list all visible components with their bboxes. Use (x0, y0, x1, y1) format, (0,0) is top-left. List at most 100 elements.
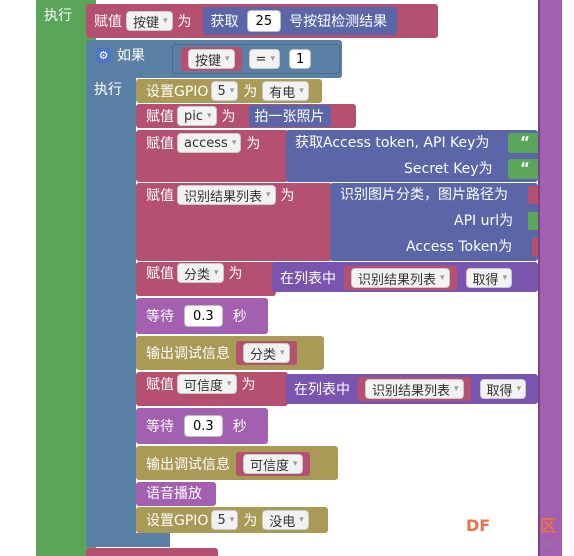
in-list-label: 在列表中 (280, 271, 336, 287)
gpio-on-row: 设置GPIO 5 ▾ 为 有电 ▾ (146, 81, 312, 101)
watermark-zone: 区 (540, 516, 557, 535)
take-photo-block[interactable]: 拍一张照片 (248, 105, 331, 127)
gpio-state-dropdown[interactable]: 有电 ▾ (262, 81, 309, 101)
list-var-block[interactable]: 识别结果列表 ▾ (358, 377, 471, 401)
token-input-slot[interactable] (532, 238, 538, 256)
next-assign-block-partial[interactable] (86, 548, 218, 556)
quote-icon: “ (520, 133, 530, 151)
operator-dropdown[interactable]: = ▾ (248, 49, 280, 69)
var-dropdown-access[interactable]: access ▾ (177, 133, 242, 153)
chevron-down-icon: ▾ (225, 54, 230, 64)
chevron-down-icon: ▾ (266, 190, 271, 200)
var-name: 分类 (250, 347, 277, 363)
var-name: 可信度 (250, 458, 290, 474)
state: 没电 (269, 514, 296, 530)
right-edge-block (538, 0, 562, 556)
gpio-pin-dropdown[interactable]: 5 ▾ (211, 510, 239, 530)
gpio-off-row: 设置GPIO 5 ▾ 为 没电 ▾ (146, 510, 312, 530)
compare-var-dropdown[interactable]: 按键 ▾ (188, 49, 235, 69)
debug-var-dropdown[interactable]: 可信度 ▾ (243, 454, 303, 474)
var-name: access (184, 135, 228, 151)
var-name: 识别结果列表 (372, 383, 451, 399)
url-input-slot[interactable] (528, 212, 538, 230)
in-list-label: 在列表中 (294, 382, 350, 398)
if-bottom-bar (86, 533, 170, 547)
assign-label: 赋值 (146, 136, 174, 152)
chevron-down-icon: ▾ (299, 86, 304, 96)
list-var-block[interactable]: 识别结果列表 ▾ (344, 266, 457, 290)
to-label: 为 (243, 84, 258, 100)
var-name: pic (184, 108, 204, 124)
var-name: 识别结果列表 (358, 272, 437, 288)
var-dropdown-conf[interactable]: 可信度 ▾ (177, 374, 237, 394)
pin: 5 (217, 512, 226, 528)
chevron-down-icon: ▾ (214, 268, 219, 278)
debug-var-block[interactable]: 分类 ▾ (236, 341, 297, 365)
gpio-state-dropdown[interactable]: 没电 ▾ (262, 510, 309, 530)
to-label: 为 (243, 513, 258, 529)
chevron-down-icon: ▾ (207, 111, 212, 121)
var-name: 按键 (133, 15, 160, 31)
chevron-down-icon: ▾ (163, 16, 168, 26)
gpio-label: 设置GPIO (146, 84, 209, 100)
compare-value-input[interactable]: 1 (288, 49, 312, 69)
operation: 取得 (472, 272, 499, 288)
voice-play-label: 语音播放 (146, 486, 202, 502)
assign-label: 赋值 (146, 377, 174, 393)
secret-key-label: Secret Key为 (404, 161, 493, 177)
list-var-dropdown[interactable]: 识别结果列表 ▾ (351, 268, 450, 288)
get-button-block[interactable]: 获取 25 号按钮检测结果 (202, 7, 398, 35)
assign-class-row: 赋值 分类 ▾ 为 (146, 263, 243, 283)
outer-do-label: 执行 (44, 8, 72, 24)
compare-row: 按键 ▾ = ▾ 1 (178, 47, 314, 71)
chevron-down-icon: ▾ (516, 384, 522, 394)
seconds-label: 秒 (232, 309, 247, 325)
list-get-row-1: 在列表中 识别结果列表 ▾ 取得 ▾ (280, 266, 515, 290)
button-number-input[interactable]: 25 (246, 10, 282, 32)
debug-var-block[interactable]: 可信度 ▾ (236, 452, 310, 476)
var-name: 按键 (195, 53, 222, 69)
debug-var-dropdown[interactable]: 分类 ▾ (243, 343, 290, 363)
var-dropdown-key[interactable]: 按键 ▾ (126, 11, 173, 31)
wait-value-input[interactable]: 0.3 (184, 415, 223, 437)
var-dropdown-pic[interactable]: pic ▾ (177, 106, 217, 126)
if-body-spine (86, 78, 136, 546)
wait-label: 等待 (146, 309, 174, 325)
assign-label: 赋值 (94, 14, 122, 30)
assign-label: 赋值 (146, 109, 174, 125)
debug-row-2: 输出调试信息 可信度 ▾ (146, 452, 313, 476)
chevron-down-icon: ▾ (231, 138, 237, 148)
list-op-dropdown[interactable]: 取得 ▾ (479, 379, 527, 399)
debug-label: 输出调试信息 (146, 457, 230, 473)
var-name: 分类 (184, 267, 211, 283)
watermark-df: DF (466, 516, 491, 535)
wait-row-1: 等待 0.3 秒 (146, 304, 247, 328)
if-do-label: 执行 (94, 82, 122, 98)
list-var-dropdown[interactable]: 识别结果列表 ▾ (365, 379, 464, 399)
assign-access-row: 赋值 access ▾ 为 (146, 133, 260, 153)
chevron-down-icon: ▾ (229, 515, 235, 525)
seconds-label: 秒 (232, 419, 247, 435)
chevron-down-icon: ▾ (293, 459, 298, 469)
path-input-slot[interactable] (528, 186, 538, 204)
var-dropdown-results[interactable]: 识别结果列表 ▾ (177, 185, 276, 205)
assign-label: 赋值 (146, 266, 174, 282)
chevron-down-icon: ▾ (440, 273, 445, 283)
operation: 取得 (486, 383, 513, 399)
list-op-dropdown[interactable]: 取得 ▾ (465, 268, 513, 288)
assign-pic-row: 赋值 pic ▾ 为 拍一张照片 (146, 105, 334, 127)
chevron-down-icon: ▾ (280, 348, 285, 358)
to-label: 为 (280, 188, 295, 204)
debug-row-1: 输出调试信息 分类 ▾ (146, 341, 300, 365)
var-get-block[interactable]: 按键 ▾ (181, 47, 242, 71)
gpio-pin-dropdown[interactable]: 5 ▾ (211, 81, 239, 101)
wait-value-input[interactable]: 0.3 (184, 305, 223, 327)
if-row: ⚙ 如果 (96, 44, 145, 66)
get-label: 获取 (210, 14, 239, 30)
gear-icon[interactable]: ⚙ (96, 47, 111, 63)
assign-results-row: 赋值 识别结果列表 ▾ 为 (146, 185, 295, 205)
to-label: 为 (228, 266, 243, 282)
var-dropdown-class[interactable]: 分类 ▾ (177, 263, 224, 283)
var-name: 可信度 (184, 378, 224, 394)
to-label: 为 (246, 136, 261, 152)
